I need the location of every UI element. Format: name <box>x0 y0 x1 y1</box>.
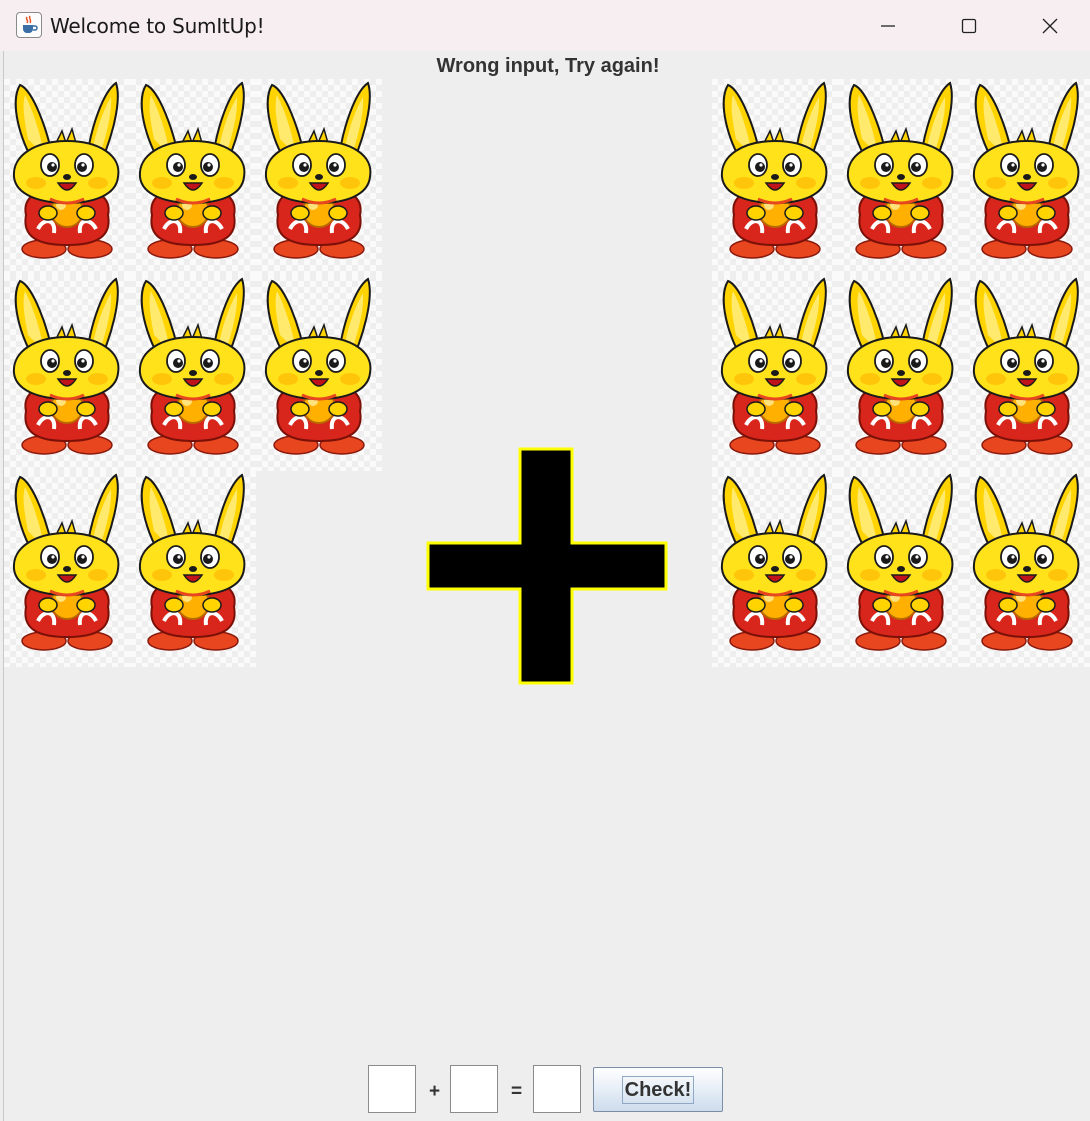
first-number-field[interactable] <box>368 1065 416 1113</box>
bunny-image <box>4 471 130 667</box>
minimize-button[interactable] <box>848 0 928 51</box>
bunny-image <box>4 275 130 471</box>
close-button[interactable] <box>1010 0 1090 51</box>
bunny-image <box>838 79 964 275</box>
equals-label: = <box>511 1081 523 1102</box>
bunny-image <box>256 275 382 471</box>
window-title: Welcome to SumItUp! <box>50 14 265 38</box>
bunny-image <box>4 79 130 275</box>
bunny-image <box>838 471 964 667</box>
plus-sign-image <box>426 447 668 685</box>
status-message: Wrong input, Try again! <box>436 55 660 77</box>
bunny-image <box>964 275 1090 471</box>
bunny-image <box>712 471 838 667</box>
java-coffee-icon[interactable] <box>16 12 42 38</box>
bunny-image <box>712 79 838 275</box>
maximize-icon <box>961 18 977 34</box>
check-button-label: Check! <box>621 1076 695 1104</box>
bunny-image <box>130 471 256 667</box>
close-icon <box>1042 18 1058 34</box>
minimize-icon <box>881 25 895 27</box>
title-bar: Welcome to SumItUp! <box>0 0 1090 51</box>
second-number-field[interactable] <box>450 1065 498 1113</box>
plus-label: + <box>429 1081 441 1102</box>
bunny-image <box>712 275 838 471</box>
bunny-image <box>964 79 1090 275</box>
bunny-image <box>964 471 1090 667</box>
bunny-image <box>130 79 256 275</box>
bunny-image <box>256 79 382 275</box>
maximize-button[interactable] <box>929 0 1009 51</box>
answer-field[interactable] <box>533 1065 581 1113</box>
bunny-image <box>130 275 256 471</box>
check-button[interactable]: Check! <box>593 1067 723 1112</box>
bunny-image <box>838 275 964 471</box>
